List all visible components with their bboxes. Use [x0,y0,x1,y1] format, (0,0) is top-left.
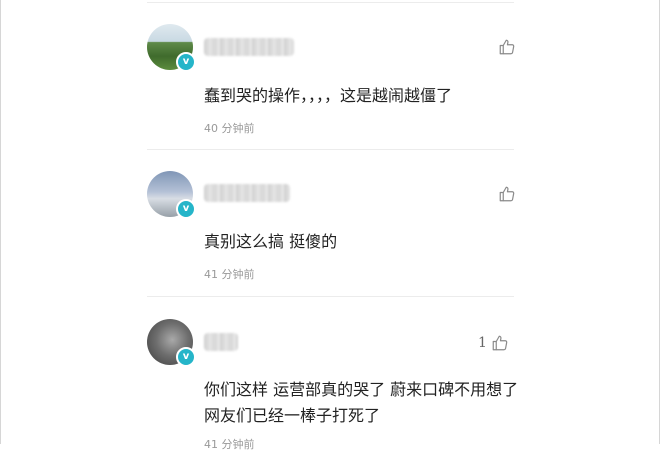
username-blurred[interactable] [204,38,294,56]
like-count: 1 [478,335,487,351]
divider [147,2,514,3]
verified-badge-icon: v [176,52,196,72]
avatar[interactable]: v [147,171,196,219]
avatar[interactable]: v [147,319,196,367]
like-button[interactable] [494,184,516,204]
comment-text: 蠢到哭的操作，，，，这是越闹越僵了 [204,86,453,105]
divider [147,296,514,297]
comment-timestamp: 41 分钟前 [204,438,255,451]
verified-badge-icon: v [176,199,196,219]
comment-timestamp: 41 分钟前 [204,268,255,281]
thumbs-up-icon [498,38,516,56]
comment-text: 真别这么搞 挺傻的 [204,232,338,251]
frame-left-border [0,0,1,444]
avatar[interactable]: v [147,24,196,72]
like-button[interactable] [494,37,516,57]
divider [147,149,514,150]
verified-badge-icon: v [176,347,196,367]
thumbs-up-icon [491,334,509,352]
like-button[interactable]: 1 [478,333,509,353]
comment-text: 你们这样 运营部真的哭了 蔚来口碑不用想了 网友们已经一棒子打死了 [204,380,519,425]
comment-timestamp: 40 分钟前 [204,122,255,135]
username-blurred[interactable] [204,333,238,351]
thumbs-up-icon [498,185,516,203]
username-blurred[interactable] [204,184,290,202]
